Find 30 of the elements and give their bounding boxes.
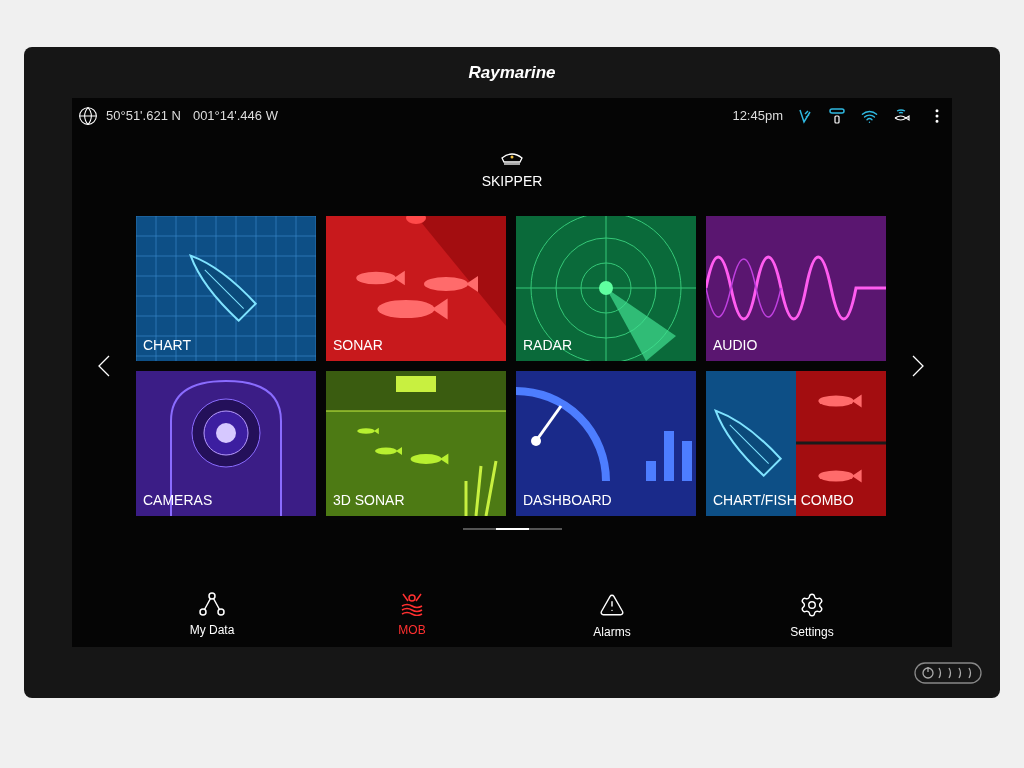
app-tile[interactable]: CAMERAS xyxy=(136,371,316,516)
settings-icon xyxy=(799,592,825,618)
person-overboard-icon xyxy=(399,592,425,616)
coordinate-text: 50°51'.621 N xyxy=(106,107,181,126)
radar-signal-icon[interactable] xyxy=(797,108,813,124)
network-nodes-icon xyxy=(199,592,225,616)
transducer-icon[interactable] xyxy=(829,108,845,124)
brand-logo: Raymarine xyxy=(468,61,556,84)
time-text: 12:45pm xyxy=(732,107,783,126)
chevron-left-icon xyxy=(98,355,110,377)
app-tile[interactable]: DASHBOARD xyxy=(516,371,696,516)
power-button-icon[interactable] xyxy=(914,661,982,684)
app-tile[interactable]: AUDIO xyxy=(706,216,886,361)
app-tile[interactable]: RADAR xyxy=(516,216,696,361)
bottom-bar-button[interactable]: MOB xyxy=(352,592,472,641)
page-indicator[interactable] xyxy=(528,528,562,530)
bottom-bar-button[interactable]: My Data xyxy=(152,592,272,641)
globe-icon[interactable] xyxy=(78,106,98,126)
warning-icon xyxy=(599,592,625,618)
app-tile[interactable]: SONAR xyxy=(326,216,506,361)
app-tile[interactable]: CHART xyxy=(136,216,316,361)
app-tile[interactable]: CHART/FISH COMBO xyxy=(706,371,886,516)
profile-name[interactable]: SKIPPER xyxy=(481,171,543,192)
coordinate-text: 001°14'.446 W xyxy=(192,107,278,126)
chevron-right-icon xyxy=(911,355,924,377)
fish-sonar-icon[interactable] xyxy=(892,108,910,124)
captain-hat-icon xyxy=(500,150,524,166)
bottom-bar-button[interactable]: Settings xyxy=(752,592,872,641)
bottom-bar-button[interactable]: Alarms xyxy=(552,592,672,641)
app-tile[interactable]: 3D SONAR xyxy=(326,371,506,516)
